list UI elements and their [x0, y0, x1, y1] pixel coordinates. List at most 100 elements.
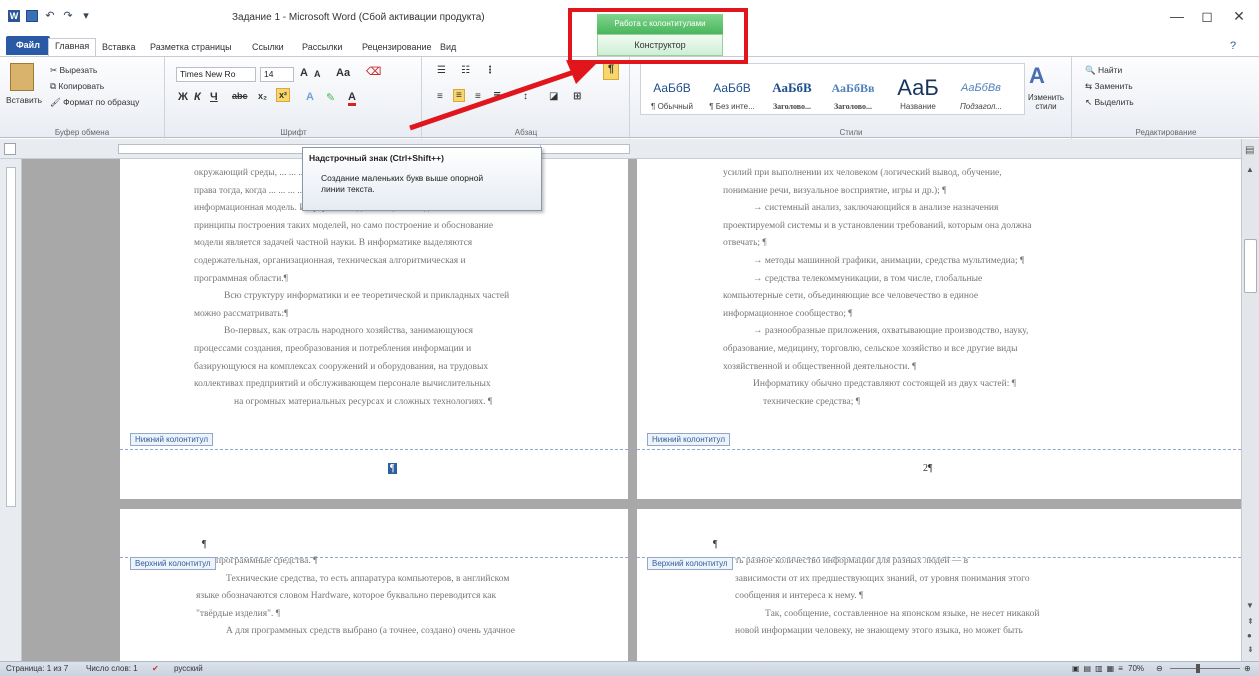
word-count[interactable]: Число слов: 1	[86, 664, 138, 673]
scrollbar-thumb[interactable]	[1244, 239, 1257, 293]
justify-icon[interactable]: ≣	[493, 91, 501, 102]
style-heading-2[interactable]: АаБбВв Заголово...	[823, 74, 883, 116]
language[interactable]: русский	[174, 664, 203, 673]
shrink-font-button[interactable]: A	[314, 69, 321, 79]
style-title[interactable]: АаБ Название	[887, 74, 949, 116]
customize-qat-icon[interactable]: ▾	[80, 10, 92, 22]
strikethrough-button[interactable]: abc	[232, 91, 248, 101]
browse-object-icon[interactable]: ●	[1247, 631, 1252, 640]
copy-button[interactable]: ⧉ Копировать	[50, 81, 104, 92]
page-count[interactable]: Страница: 1 из 7	[6, 664, 68, 673]
vertical-ruler-scale[interactable]	[6, 167, 16, 507]
undo-icon[interactable]: ↶	[44, 10, 56, 22]
tab-mailings[interactable]: Рассылки	[296, 40, 348, 54]
footer-tag[interactable]: Нижний колонтитул	[130, 433, 214, 446]
zoom-in-icon[interactable]: ⊕	[1244, 664, 1251, 673]
footer-tag[interactable]: Нижний колонтитул	[647, 433, 731, 446]
bullets-icon[interactable]: ☰	[437, 65, 446, 76]
proofing-icon[interactable]: ✔	[152, 664, 159, 673]
tooltip-body: Создание маленьких букв выше опорной лин…	[321, 173, 484, 194]
text-line: хозяйственной и общественной деятельност…	[723, 361, 917, 372]
zoom-out-icon[interactable]: ⊖	[1156, 664, 1163, 673]
highlight-icon[interactable]: ✎	[326, 91, 335, 104]
scroll-up-icon[interactable]: ▲	[1246, 165, 1254, 174]
vertical-scrollbar[interactable]: ▤ ▲ ▼ ⇞ ● ⇟	[1241, 139, 1259, 661]
style-no-spacing[interactable]: АаБбВ ¶ Без инте...	[703, 74, 761, 116]
tab-home[interactable]: Главная	[48, 38, 97, 56]
text-line: программная области.¶	[194, 273, 288, 284]
style-heading-1[interactable]: АаБбВ Заголово...	[763, 74, 821, 116]
tab-references[interactable]: Ссылки	[246, 40, 290, 54]
align-center-icon[interactable]: ≡	[453, 89, 465, 102]
redo-icon[interactable]: ↷	[62, 10, 74, 22]
align-right-icon[interactable]: ≡	[475, 91, 481, 102]
ruler-toggle-icon[interactable]: ▤	[1245, 145, 1254, 156]
zoom-slider-thumb[interactable]	[1196, 664, 1200, 673]
header-tag[interactable]: Верхний колонтитул	[647, 557, 733, 570]
editing-group-label: Редактирование	[1135, 128, 1197, 137]
underline-button[interactable]: Ч	[210, 91, 218, 103]
align-left-icon[interactable]: ≡	[437, 91, 443, 102]
paragraph-mark: ¶	[202, 539, 207, 550]
tab-design[interactable]: Конструктор	[597, 34, 723, 56]
view-buttons[interactable]: ▣▤▥▦≡	[1072, 664, 1127, 673]
text-line: процессами создания, преобразования и по…	[194, 343, 472, 354]
italic-button[interactable]: К	[194, 91, 201, 103]
maximize-button[interactable]: ◻	[1196, 8, 1218, 25]
page-2[interactable]: усилий при выполнении их человеком (логи…	[637, 159, 1241, 499]
tab-insert[interactable]: Вставка	[96, 40, 141, 54]
editing-group: 🔍 Найти ⇆ Заменить ↖ Выделить Редактиров…	[1073, 57, 1259, 139]
tab-page-layout[interactable]: Разметка страницы	[144, 40, 238, 54]
borders-icon[interactable]: ⊞	[573, 91, 581, 102]
clear-formatting-icon[interactable]: ⌫	[366, 65, 382, 78]
word-app-icon[interactable]: W	[8, 10, 20, 22]
ruler-scale-right[interactable]	[540, 144, 630, 154]
style-subtitle[interactable]: АаБбВв Подзагол...	[951, 74, 1011, 116]
numbering-icon[interactable]: ☷	[461, 65, 470, 76]
ribbon: Вставить ✂ Вырезать ⧉ Копировать 🖌 Форма…	[0, 56, 1259, 139]
show-formatting-button[interactable]: ¶	[603, 62, 619, 80]
save-icon[interactable]	[26, 10, 38, 22]
change-styles-icon[interactable]: A	[1029, 63, 1045, 89]
find-button[interactable]: 🔍 Найти	[1085, 65, 1122, 76]
zoom-slider[interactable]	[1170, 668, 1240, 669]
tooltip-title: Надстрочный знак (Ctrl+Shift++)	[309, 153, 444, 163]
subscript-button[interactable]: x₂	[258, 91, 267, 101]
minimize-button[interactable]: —	[1166, 8, 1188, 24]
select-button[interactable]: ↖ Выделить	[1085, 97, 1134, 108]
multilevel-list-icon[interactable]: ⋮	[485, 65, 495, 76]
page-3[interactable]: ¶ Верхний колонтитул программные средств…	[120, 509, 628, 661]
page-number[interactable]: ¶	[388, 463, 397, 474]
next-page-icon[interactable]: ⇟	[1247, 645, 1254, 654]
change-case-button[interactable]: Aa	[336, 67, 350, 79]
line-spacing-icon[interactable]: ↕	[523, 91, 528, 102]
zoom-level[interactable]: 70%	[1128, 664, 1144, 673]
paste-icon[interactable]	[10, 63, 34, 91]
tab-view[interactable]: Вид	[434, 40, 462, 54]
change-styles-button[interactable]: Изменить стили	[1023, 93, 1069, 111]
font-name-combo[interactable]: Times New Ro	[176, 67, 256, 82]
help-icon[interactable]: ?	[1230, 40, 1236, 52]
previous-page-icon[interactable]: ⇞	[1247, 617, 1254, 626]
text-effects-icon[interactable]: A	[306, 91, 314, 103]
superscript-button[interactable]: x²	[276, 88, 291, 102]
paste-button[interactable]: Вставить	[6, 95, 42, 105]
shading-icon[interactable]: ◪	[549, 91, 558, 102]
styles-group-label: Стили	[839, 128, 863, 137]
font-color-icon[interactable]: A	[348, 91, 356, 106]
font-size-combo[interactable]: 14	[260, 67, 294, 82]
close-button[interactable]: ✕	[1228, 8, 1250, 25]
page-4[interactable]: ¶ Верхний колонтитул ть разное количеств…	[637, 509, 1241, 661]
tab-file[interactable]: Файл	[6, 36, 50, 55]
page-number[interactable]: 2¶	[923, 463, 933, 474]
cut-button[interactable]: ✂ Вырезать	[50, 65, 97, 76]
tab-review[interactable]: Рецензирование	[356, 40, 438, 54]
tab-selector-icon[interactable]	[4, 143, 16, 155]
scroll-down-icon[interactable]: ▼	[1246, 601, 1254, 610]
text-line: образование, медицину, торговлю, сельско…	[723, 343, 1018, 354]
format-painter-button[interactable]: 🖌 Формат по образцу	[50, 97, 139, 108]
bold-button[interactable]: Ж	[178, 91, 188, 103]
style-normal[interactable]: АаБбВ ¶ Обычный	[643, 74, 701, 116]
grow-font-button[interactable]: A	[300, 67, 308, 79]
replace-button[interactable]: ⇆ Заменить	[1085, 81, 1133, 92]
